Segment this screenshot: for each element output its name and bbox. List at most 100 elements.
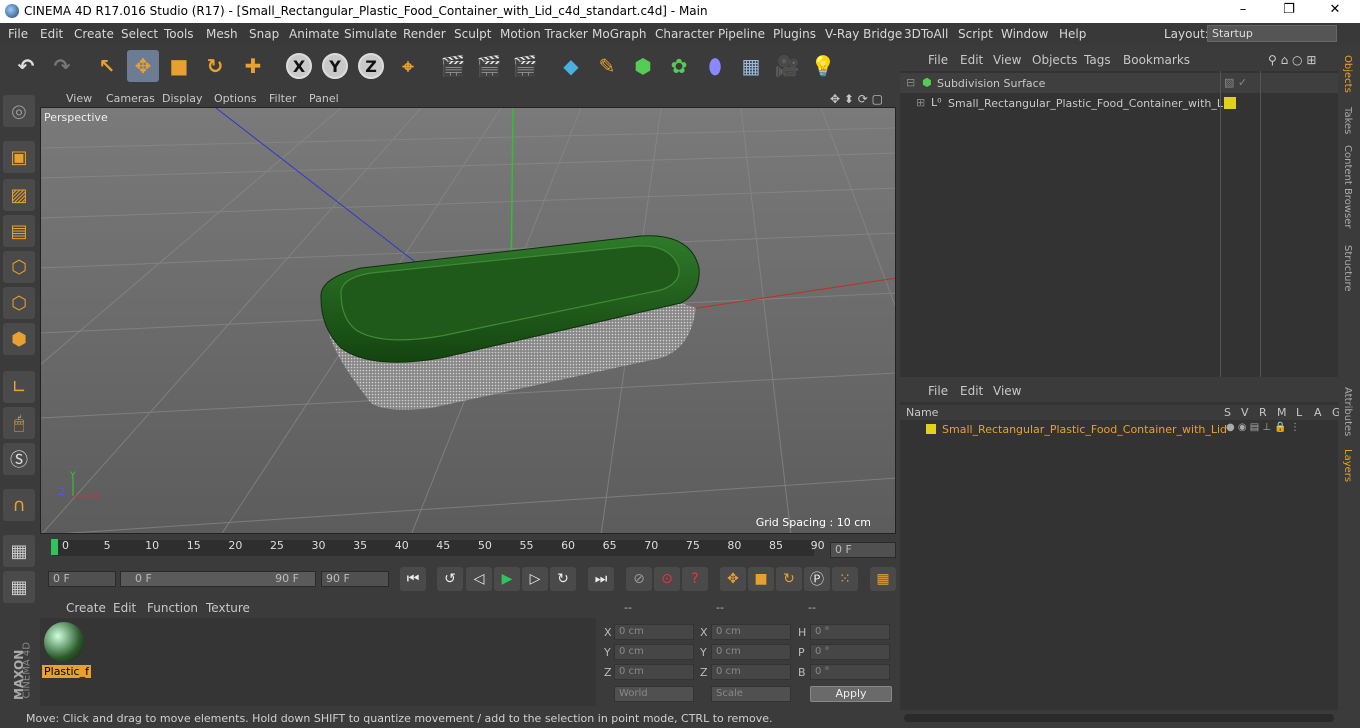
prev-keyframe-icon[interactable]: ↺ [437, 567, 463, 591]
frame-range-slider[interactable]: 0 F 90 F [120, 571, 316, 587]
menu-window[interactable]: Window [1001, 27, 1048, 41]
tab-objects[interactable]: Objects [1342, 55, 1353, 93]
object-row[interactable]: ⊞ L⁰ Small_Rectangular_Plastic_Food_Cont… [900, 93, 1338, 113]
record-active-icon[interactable]: ⊘ [626, 567, 652, 591]
coord-system-select[interactable]: World [614, 686, 694, 702]
apply-button[interactable]: Apply [810, 686, 892, 702]
end-frame-field[interactable]: 90 F [321, 571, 389, 587]
recent-tool-icon[interactable]: ✚ [237, 50, 269, 82]
edges-mode-icon[interactable]: ⬡ [3, 287, 35, 319]
menu-script[interactable]: Script [958, 27, 993, 41]
key-position-icon[interactable]: ✥ [720, 567, 746, 591]
current-frame-field[interactable]: 0 F [830, 542, 896, 558]
menu-character[interactable]: Character [655, 27, 714, 41]
key-rotation-icon[interactable]: ↻ [776, 567, 802, 591]
workplane-lock-icon[interactable]: ▦ [3, 535, 35, 567]
menu-plugins[interactable]: Plugins [773, 27, 816, 41]
magnet-icon[interactable]: ∩ [3, 489, 35, 521]
axis-mode-icon[interactable]: ∟ [3, 371, 35, 403]
position-y-field[interactable]: 0 cm [614, 644, 694, 660]
menu-animate[interactable]: Animate [289, 27, 339, 41]
tweak-mode-icon[interactable]: 🖱 [3, 407, 35, 439]
next-frame-icon[interactable]: ▷ [522, 567, 548, 591]
mat-menu-function[interactable]: Function [147, 601, 198, 615]
mat-menu-texture[interactable]: Texture [206, 601, 250, 615]
position-z-field[interactable]: 0 cm [614, 664, 694, 680]
pen-spline-icon[interactable]: ✎ [591, 50, 623, 82]
subdivision-surface-icon[interactable]: ⬢ [627, 50, 659, 82]
tab-layers[interactable]: Layers [1342, 449, 1353, 482]
points-mode-icon[interactable]: ⬡ [3, 251, 35, 283]
timeline-ruler[interactable]: 0 5 10 15 20 25 30 35 40 45 50 55 60 65 70 75 80 85 90 0 F [40, 534, 896, 562]
texture-mode-icon[interactable]: ▨ [3, 179, 35, 211]
start-frame-field[interactable]: 0 F [48, 571, 116, 587]
floor-icon[interactable]: ▦ [735, 50, 767, 82]
workplane-mode-icon[interactable]: ▤ [3, 215, 35, 247]
minimize-button[interactable]: – [1228, 2, 1258, 17]
coord-mode-select[interactable]: Scale [711, 686, 791, 702]
key-scale-icon[interactable]: ■ [748, 567, 774, 591]
cube-primitive-icon[interactable]: ◆ [555, 50, 587, 82]
vp-menu-filter[interactable]: Filter [269, 92, 296, 105]
tab-takes[interactable]: Takes [1342, 107, 1353, 134]
move-tool-icon[interactable]: ✥ [127, 50, 159, 82]
tab-attributes[interactable]: Attributes [1342, 387, 1353, 436]
y-axis-lock-button[interactable]: Y [319, 50, 351, 82]
material-thumbnail[interactable] [44, 622, 84, 662]
play-icon[interactable]: ▶ [494, 567, 520, 591]
model-mode-icon[interactable]: ▣ [3, 141, 35, 173]
menu-file[interactable]: File [8, 27, 28, 41]
prev-frame-icon[interactable]: ◁ [466, 567, 492, 591]
menu-mograph[interactable]: MoGraph [592, 27, 647, 41]
redo-button[interactable]: ↷ [46, 50, 78, 82]
rotation-h-field[interactable]: 0 ° [810, 624, 890, 640]
viewport-nav-icons[interactable]: ✥ ⬍ ⟳ ▢ [830, 92, 883, 106]
x-axis-lock-button[interactable]: X [283, 50, 315, 82]
layer-menu-file[interactable]: File [928, 384, 948, 398]
menu-create[interactable]: Create [74, 27, 114, 41]
timeline-window-icon[interactable]: ▦ [870, 567, 896, 591]
menu-3dtoall[interactable]: 3DToAll [904, 27, 948, 41]
vp-menu-display[interactable]: Display [162, 92, 203, 105]
material-name[interactable]: Plastic_f [42, 665, 91, 678]
make-editable-icon[interactable]: ◎ [3, 95, 35, 127]
size-y-field[interactable]: 0 cm [711, 644, 791, 660]
mat-menu-edit[interactable]: Edit [113, 601, 136, 615]
workplane-snap-icon[interactable]: ▦ [3, 571, 35, 603]
render-picture-viewer-icon[interactable]: 🎬 [473, 50, 505, 82]
layout-select[interactable]: Startup [1207, 25, 1337, 42]
snap-icon[interactable]: Ⓢ [3, 443, 35, 475]
menu-vray-bridge[interactable]: V-Ray Bridge [825, 27, 902, 41]
live-selection-icon[interactable]: ↖ [91, 50, 123, 82]
tab-structure[interactable]: Structure [1342, 245, 1353, 292]
layer-menu-edit[interactable]: Edit [960, 384, 983, 398]
goto-end-icon[interactable]: ⏭ [588, 567, 614, 591]
deformer-icon[interactable]: ⬮ [699, 50, 731, 82]
key-parameter-icon[interactable]: Ⓟ [804, 567, 830, 591]
tab-content-browser[interactable]: Content Browser [1342, 145, 1353, 228]
camera-icon[interactable]: 🎥 [771, 50, 803, 82]
layer-flags-icons[interactable]: ● ◉ ▤ ⊥ 🔒 ⋮ [1226, 422, 1300, 433]
obj-menu-objects[interactable]: Objects [1032, 53, 1077, 67]
goto-start-icon[interactable]: ⏮ [400, 567, 426, 591]
mat-menu-create[interactable]: Create [66, 601, 106, 615]
menu-sculpt[interactable]: Sculpt [454, 27, 491, 41]
vp-menu-cameras[interactable]: Cameras [106, 92, 155, 105]
obj-panel-tools-icon[interactable]: ⚲ ⌂ ○ ⊞ [1268, 53, 1316, 67]
size-x-field[interactable]: 0 cm [711, 624, 791, 640]
vp-menu-view[interactable]: View [66, 92, 92, 105]
menu-motion-tracker[interactable]: Motion Tracker [500, 27, 588, 41]
menu-mesh[interactable]: Mesh [206, 27, 238, 41]
layer-row[interactable]: Small_Rectangular_Plastic_Food_Container… [900, 421, 1338, 438]
keyframe-selection-icon[interactable]: ? [682, 567, 708, 591]
maximize-button[interactable]: ❐ [1274, 2, 1304, 17]
obj-menu-bookmarks[interactable]: Bookmarks [1123, 53, 1190, 67]
menu-help[interactable]: Help [1059, 27, 1086, 41]
scale-tool-icon[interactable]: ■ [163, 50, 195, 82]
light-icon[interactable]: 💡 [807, 50, 839, 82]
object-row[interactable]: ⊟ ⬢ Subdivision Surface ▧ ✓ [900, 73, 1338, 93]
rotation-b-field[interactable]: 0 ° [810, 664, 890, 680]
render-view-icon[interactable]: 🎬 [437, 50, 469, 82]
menu-simulate[interactable]: Simulate [344, 27, 397, 41]
close-button[interactable]: ✕ [1320, 2, 1350, 17]
